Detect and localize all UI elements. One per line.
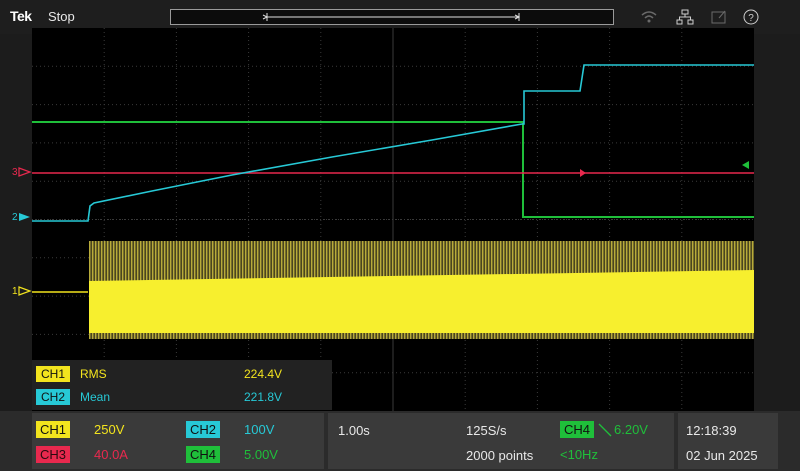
help-icon[interactable]: ? xyxy=(742,9,760,25)
trigger-level[interactable]: 6.20V xyxy=(614,421,648,438)
horizontal-scale[interactable]: 1.00s xyxy=(338,423,370,438)
record-length: 2000 points xyxy=(466,448,534,463)
ch3-scale[interactable]: 40.0A xyxy=(94,446,128,463)
measurement-panel[interactable]: CH1 RMS 224.4V CH2 Mean 221.8V xyxy=(32,360,332,410)
ch1-offset-marker[interactable]: 1 xyxy=(12,286,32,297)
waveform-graticule[interactable] xyxy=(32,28,754,411)
sample-rate: 125S/s xyxy=(466,423,507,438)
waveform-navigator[interactable] xyxy=(170,9,614,25)
ch2-badge[interactable]: CH2 xyxy=(186,421,220,438)
rising-edge-icon xyxy=(598,423,612,437)
ch1-badge[interactable]: CH1 xyxy=(36,421,70,438)
network-icon[interactable] xyxy=(676,9,694,25)
tek-logo: Tek xyxy=(10,8,32,24)
trigger-level-marker xyxy=(742,161,749,169)
ch2-scale[interactable]: 100V xyxy=(244,421,274,438)
trigger-frequency: <10Hz xyxy=(560,447,598,462)
ch4-badge[interactable]: CH4 xyxy=(186,446,220,463)
svg-text:?: ? xyxy=(748,13,754,24)
trigger-source-badge[interactable]: CH4 xyxy=(560,421,594,438)
ch3-offset-marker[interactable]: 3 xyxy=(12,167,32,178)
measurement-row[interactable]: CH1 RMS 224.4V xyxy=(36,365,328,383)
ch2-offset-marker[interactable]: 2 xyxy=(12,212,32,223)
measurement-row[interactable]: CH2 Mean 221.8V xyxy=(36,388,328,406)
date-display: 02 Jun 2025 xyxy=(686,448,758,463)
graticule-grid xyxy=(32,28,754,411)
channel-settings-panel[interactable]: CH1 250V CH2 100V CH3 40.0A CH4 5.00V xyxy=(32,413,324,469)
measurement-channel-badge: CH2 xyxy=(36,389,70,405)
ch4-scale[interactable]: 5.00V xyxy=(244,446,278,463)
export-icon[interactable] xyxy=(710,9,728,25)
measurement-value: 221.8V xyxy=(244,390,283,404)
measurement-type: RMS xyxy=(80,367,107,381)
datetime-panel[interactable]: 12:18:39 02 Jun 2025 xyxy=(678,413,778,469)
horizontal-settings-panel[interactable]: 1.00s 125S/s 2000 points CH4 6.20V <10Hz xyxy=(328,413,674,469)
ch1-trace xyxy=(32,241,754,339)
measurement-type: Mean xyxy=(80,390,111,404)
wifi-icon[interactable] xyxy=(640,9,658,25)
measurement-channel-badge: CH1 xyxy=(36,366,70,382)
time-display: 12:18:39 xyxy=(686,423,737,438)
ch3-badge[interactable]: CH3 xyxy=(36,446,70,463)
ch1-scale[interactable]: 250V xyxy=(94,421,124,438)
run-state[interactable]: Stop xyxy=(48,9,75,24)
measurement-value: 224.4V xyxy=(244,367,283,381)
